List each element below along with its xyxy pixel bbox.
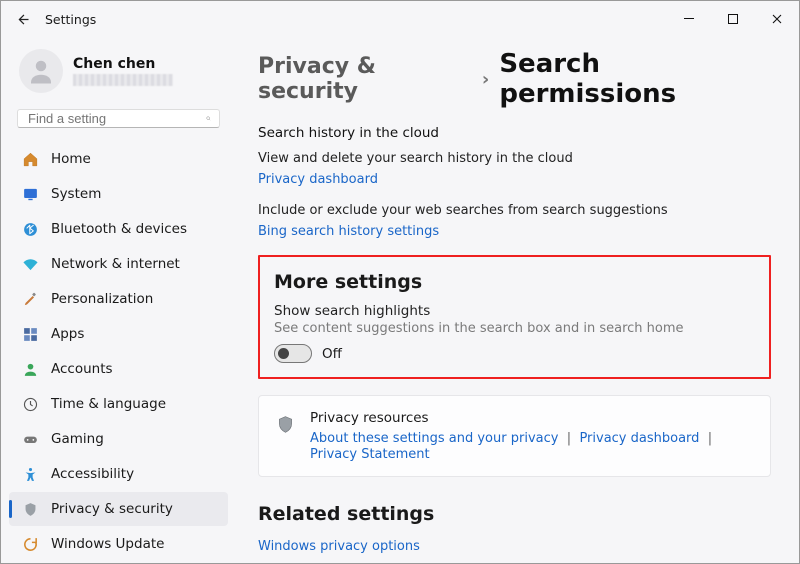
apps-icon <box>21 325 39 343</box>
sidebar-item-bluetooth[interactable]: Bluetooth & devices <box>9 212 228 246</box>
more-settings-heading: More settings <box>274 271 755 293</box>
sidebar-item-time[interactable]: Time & language <box>9 387 228 421</box>
profile-name: Chen chen <box>73 56 173 72</box>
privacy-dashboard-link[interactable]: Privacy dashboard <box>258 172 378 187</box>
sidebar-item-label: Network & internet <box>51 256 180 272</box>
back-button[interactable] <box>9 5 37 33</box>
search-input[interactable] <box>26 110 206 127</box>
crumb-parent[interactable]: Privacy & security <box>258 54 472 104</box>
sidebar-item-label: Privacy & security <box>51 501 173 517</box>
sidebar-item-label: Bluetooth & devices <box>51 221 187 237</box>
minimize-button[interactable] <box>667 1 711 37</box>
profile-block[interactable]: Chen chen <box>5 45 232 103</box>
profile-subline <box>73 74 173 86</box>
maximize-button[interactable] <box>711 1 755 37</box>
clock-icon <box>21 395 39 413</box>
sidebar-item-update[interactable]: Windows Update <box>9 527 228 561</box>
bluetooth-icon <box>21 220 39 238</box>
cloud-history-desc: View and delete your search history in t… <box>258 151 771 166</box>
resources-title: Privacy resources <box>310 410 754 426</box>
resources-link-about[interactable]: About these settings and your privacy <box>310 431 558 446</box>
sidebar-item-label: Home <box>51 151 91 167</box>
close-icon <box>772 14 782 24</box>
sidebar-item-accessibility[interactable]: Accessibility <box>9 457 228 491</box>
close-button[interactable] <box>755 1 799 37</box>
bing-desc: Include or exclude your web searches fro… <box>258 203 771 218</box>
settings-window: Settings Chen chen <box>0 0 800 564</box>
sidebar-item-system[interactable]: System <box>9 177 228 211</box>
sidebar-item-home[interactable]: Home <box>9 142 228 176</box>
update-icon <box>21 535 39 553</box>
highlights-title: Show search highlights <box>274 303 755 319</box>
search-box[interactable] <box>17 109 220 128</box>
maximize-icon <box>728 14 738 24</box>
sidebar-item-accounts[interactable]: Accounts <box>9 352 228 386</box>
gaming-icon <box>21 430 39 448</box>
shield-icon <box>275 414 296 439</box>
resources-link-dashboard[interactable]: Privacy dashboard <box>579 431 699 446</box>
sidebar-item-label: Accounts <box>51 361 113 377</box>
account-icon <box>21 360 39 378</box>
highlights-desc: See content suggestions in the search bo… <box>274 321 755 336</box>
person-icon <box>26 56 56 86</box>
toggle-state-label: Off <box>322 346 342 362</box>
avatar <box>19 49 63 93</box>
resources-link-statement[interactable]: Privacy Statement <box>310 447 430 462</box>
brush-icon <box>21 290 39 308</box>
sidebar-item-label: Gaming <box>51 431 104 447</box>
bing-history-link[interactable]: Bing search history settings <box>258 224 439 239</box>
sidebar-item-label: Personalization <box>51 291 153 307</box>
privacy-resources-card: Privacy resources About these settings a… <box>258 395 771 477</box>
home-icon <box>21 150 39 168</box>
accessibility-icon <box>21 465 39 483</box>
arrow-left-icon <box>16 12 31 27</box>
minimize-icon <box>684 14 694 24</box>
nav-list: Home System Bluetooth & devices Network … <box>5 142 232 561</box>
related-settings-heading: Related settings <box>258 503 771 525</box>
sidebar-item-privacy[interactable]: Privacy & security <box>9 492 228 526</box>
sidebar-item-network[interactable]: Network & internet <box>9 247 228 281</box>
sidebar-item-label: Accessibility <box>51 466 134 482</box>
window-controls <box>667 1 799 37</box>
sidebar-item-label: Apps <box>51 326 84 342</box>
search-highlights-toggle[interactable] <box>274 344 312 363</box>
windows-privacy-options-link[interactable]: Windows privacy options <box>258 539 420 554</box>
sidebar-item-label: Time & language <box>51 396 166 412</box>
breadcrumb: Privacy & security › Search permissions <box>258 49 771 109</box>
cloud-history-heading: Search history in the cloud <box>258 125 771 141</box>
more-settings-highlight: More settings Show search highlights See… <box>258 255 771 379</box>
system-icon <box>21 185 39 203</box>
sidebar-item-label: Windows Update <box>51 536 164 552</box>
wifi-icon <box>21 255 39 273</box>
window-title: Settings <box>45 12 667 27</box>
sidebar: Chen chen Home System Bl <box>1 37 236 563</box>
content-pane[interactable]: Privacy & security › Search permissions … <box>236 37 799 563</box>
chevron-right-icon: › <box>482 69 489 90</box>
page-title: Search permissions <box>499 49 771 109</box>
titlebar: Settings <box>1 1 799 37</box>
sidebar-item-apps[interactable]: Apps <box>9 317 228 351</box>
shield-icon <box>21 500 39 518</box>
sidebar-item-gaming[interactable]: Gaming <box>9 422 228 456</box>
search-icon <box>206 111 211 126</box>
sidebar-item-label: System <box>51 186 101 202</box>
sidebar-item-personalization[interactable]: Personalization <box>9 282 228 316</box>
